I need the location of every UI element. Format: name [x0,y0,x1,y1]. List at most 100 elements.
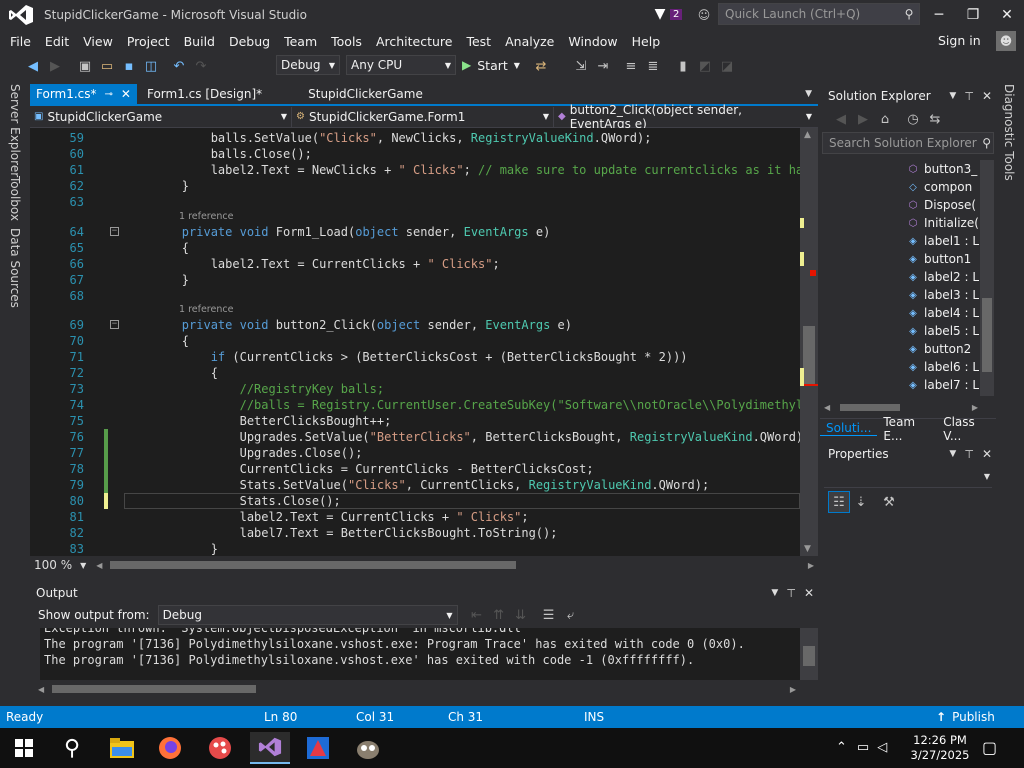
code-line[interactable]: 80 Stats.Close(); [30,493,800,509]
code-line[interactable]: 70 { [30,333,800,349]
solution-tree-item[interactable]: ◈ label4 : L [906,304,979,322]
chevron-up-icon[interactable]: ⌃ [836,740,847,755]
code-editor[interactable]: 59 balls.SetValue("Clicks", NewClicks, R… [30,128,800,556]
code-line[interactable]: 79 Stats.SetValue("Clicks", CurrentClick… [30,477,800,493]
output-source-select[interactable]: Debug ▼ [157,605,458,625]
pin-icon[interactable]: ⊤ [964,90,974,103]
code-line[interactable]: 69 − private void button2_Click(object se… [30,317,800,333]
clear-all-icon[interactable]: ☰ [538,604,560,626]
code-line[interactable]: 68 [30,288,800,304]
tab-overflow-chevron-icon[interactable]: ▼ [805,89,812,99]
scroll-up-icon[interactable]: ▲ [804,130,811,140]
menu-edit[interactable]: Edit [38,30,76,52]
network-icon[interactable]: ▭ [857,740,869,755]
menu-window[interactable]: Window [561,30,624,52]
code-line[interactable]: 72 { [30,365,800,381]
app-icon[interactable] [298,732,338,764]
menu-help[interactable]: Help [625,30,668,52]
scroll-thumb[interactable] [803,646,815,666]
scroll-left-icon[interactable]: ◀ [824,403,830,412]
output-vertical-scrollbar[interactable] [800,628,818,680]
step-into-icon[interactable]: ⇲ [570,55,592,77]
pending-changes-icon[interactable]: ◷ [902,108,924,130]
feedback-icon[interactable]: ☺ [696,7,712,23]
code-line[interactable]: 63 [30,194,800,210]
code-line[interactable]: 59 balls.SetValue("Clicks", NewClicks, R… [30,130,800,146]
data-sources-tab[interactable]: Data Sources [8,228,22,308]
tab-solution-explorer[interactable]: Soluti... [820,421,878,436]
code-line[interactable]: 77 Upgrades.Close(); [30,445,800,461]
categorized-icon[interactable]: ☷ [828,491,850,513]
tab-form1-cs[interactable]: Form1.cs* ⊸ ✕ [30,84,137,104]
code-line[interactable]: 62 } [30,178,800,194]
code-line[interactable]: 60 balls.Close(); [30,146,800,162]
publish-button[interactable]: ↑ Publish [936,710,995,724]
tab-stupidclickergame[interactable]: StupidClickerGame [302,84,429,104]
code-line[interactable]: 82 label7.Text = BetterClicksBought.ToSt… [30,525,800,541]
solution-tree-item[interactable]: ◈ label7 : L [906,376,979,394]
find-message-icon[interactable]: ⇤ [466,604,488,626]
undo-icon[interactable]: ↶ [168,55,190,77]
menu-file[interactable]: File [3,30,38,52]
scroll-left-icon[interactable]: ◀ [38,685,44,694]
output-text[interactable]: Exception thrown: 'System.ObjectDisposed… [40,628,800,680]
scroll-right-icon[interactable]: ▶ [808,561,814,570]
output-horizontal-scrollbar[interactable]: ◀ ▶ [30,680,818,698]
chevron-down-icon[interactable]: ▼ [771,588,778,598]
comment-icon[interactable]: ≡ [620,55,642,77]
solution-tree-item[interactable]: ◈ label1 : L [906,232,979,250]
action-center-icon[interactable]: ▢ [982,738,997,757]
word-wrap-icon[interactable]: ⤶ [560,604,582,626]
solution-tree-item[interactable]: ◈ label3 : L [906,286,979,304]
open-file-icon[interactable]: ▭ [96,55,118,77]
save-icon[interactable]: ▪ [118,55,140,77]
taskbar-clock[interactable]: 12:26 PM 3/27/2025 [900,733,980,763]
quick-launch-input[interactable]: Quick Launch (Ctrl+Q) ⚲ [718,3,920,25]
scroll-thumb[interactable] [803,326,815,384]
project-dropdown[interactable]: ▣ StupidClickerGame ▼ [30,106,292,127]
close-window-button[interactable]: ✕ [992,4,1022,26]
paint-app-icon[interactable] [200,732,240,764]
restore-button[interactable]: ❐ [958,4,988,26]
redo-icon[interactable]: ↷ [190,55,212,77]
tab-form1-design[interactable]: Form1.cs [Design]* [141,84,268,104]
prev-message-icon[interactable]: ⇈ [488,604,510,626]
solution-configuration-select[interactable]: Debug ▼ [276,55,340,75]
solution-tree-item[interactable]: ⬡ Initialize( [906,214,979,232]
pin-icon[interactable]: ⊤ [786,587,796,600]
next-bookmark-icon[interactable]: ◪ [716,55,738,77]
solution-tree-item[interactable]: ⬡ Dispose( [906,196,976,214]
horizontal-scroll-thumb[interactable] [110,561,517,569]
menu-project[interactable]: Project [120,30,177,52]
code-line[interactable]: 78 CurrentClicks = CurrentClicks - Bette… [30,461,800,477]
code-line[interactable]: 67 } [30,272,800,288]
windows-start-icon[interactable] [4,732,44,764]
code-line[interactable]: 71 if (CurrentClicks > (BetterClicksCost… [30,349,800,365]
code-line[interactable]: 74 //balls = Registry.CurrentUser.Create… [30,397,800,413]
solution-explorer-search[interactable]: Search Solution Explorer ⚲ [822,132,994,154]
scroll-right-icon[interactable]: ▶ [972,403,978,412]
code-line[interactable]: 83 } [30,541,800,556]
firefox-icon[interactable] [150,732,190,764]
close-tab-icon[interactable]: ✕ [121,87,131,101]
solution-tree-item[interactable]: ◈ label6 : L [906,358,979,376]
scroll-down-icon[interactable]: ▼ [804,544,811,554]
uncomment-icon[interactable]: ≣ [642,55,664,77]
browser-link-icon[interactable]: ⇄ [530,55,552,77]
collapse-outline-icon[interactable]: − [110,320,119,329]
code-line[interactable]: 73 //RegistryKey balls; [30,381,800,397]
chevron-down-icon[interactable]: ▼ [949,91,956,101]
menu-build[interactable]: Build [177,30,222,52]
search-icon[interactable]: ⚲ [52,732,92,764]
navigate-forward-icon[interactable]: ▶ [44,55,66,77]
solution-platform-select[interactable]: Any CPU ▼ [346,55,456,75]
bookmark-icon[interactable]: ▮ [672,55,694,77]
codelens-reference[interactable]: 1 reference [179,303,233,317]
scroll-right-icon[interactable]: ▶ [790,685,796,694]
solution-tree-item[interactable]: ◈ label5 : L [906,322,979,340]
sign-in-link[interactable]: Sign in [938,33,981,48]
close-panel-icon[interactable]: ✕ [804,586,814,600]
close-panel-icon[interactable]: ✕ [982,89,992,103]
horizontal-scroll-thumb[interactable] [840,403,901,411]
pin-icon[interactable]: ⊸ [105,89,113,100]
